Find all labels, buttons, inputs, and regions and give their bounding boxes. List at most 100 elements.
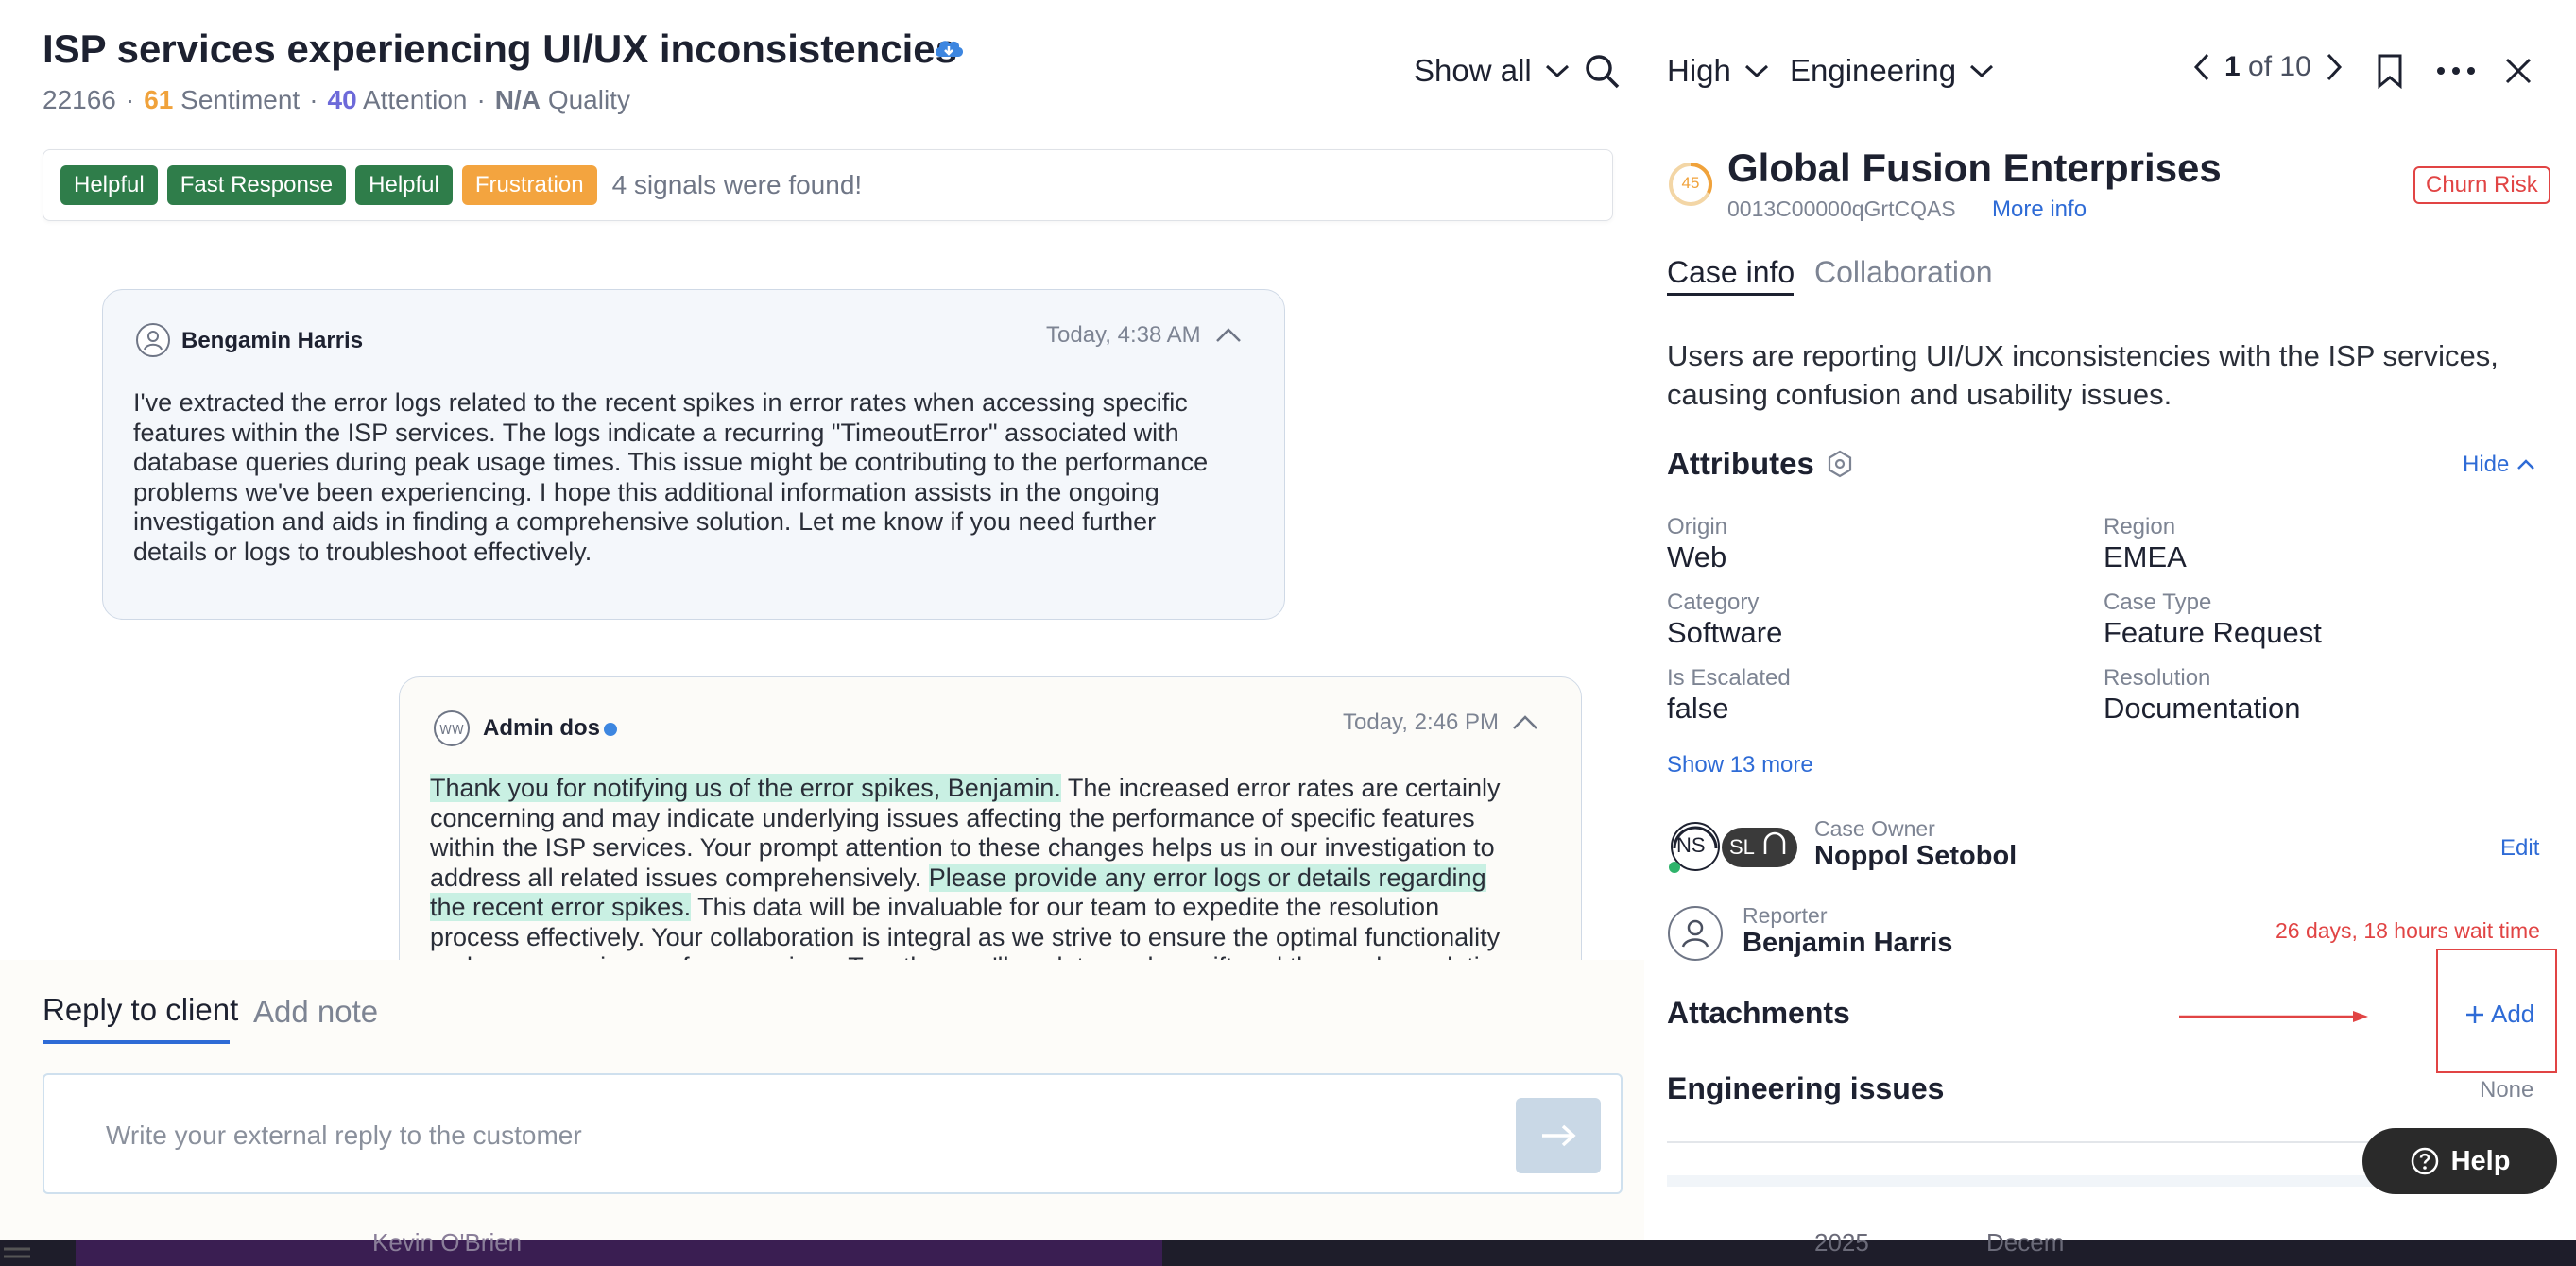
arrow-right-icon [1538, 1122, 1578, 1149]
show-more-attributes-link[interactable]: Show 13 more [1667, 752, 1813, 778]
message-card: Bengamin Harris Today, 4:38 AM I've extr… [102, 289, 1285, 620]
add-label: Add [2491, 1000, 2535, 1028]
attention-label: Attention [362, 85, 468, 114]
attr-category-label: Category [1667, 590, 1760, 615]
owner-initials: NS [1676, 833, 1706, 857]
hide-label: Hide [2463, 452, 2510, 477]
active-tab-indicator [1667, 293, 1794, 296]
churn-risk-badge: Churn Risk [2413, 166, 2550, 204]
pager-total: of 10 [2248, 51, 2311, 82]
message-body: Thank you for notifying us of the error … [430, 774, 1515, 981]
active-tab-indicator [43, 1040, 230, 1044]
sentiment-score: 61 [144, 85, 174, 114]
attr-resolution-label: Resolution [2104, 665, 2211, 691]
reporter-avatar-icon [1667, 905, 1724, 962]
case-owner-name: Noppol Setobol [1814, 841, 2018, 871]
team-dropdown[interactable]: Engineering [1790, 53, 1994, 89]
case-description: Users are reporting UI/UX inconsistencie… [1667, 339, 2499, 411]
add-attachment-button[interactable]: Add [2464, 1000, 2534, 1029]
background-window-strip-panel [76, 1240, 1162, 1266]
attr-case-type-label: Case Type [2104, 590, 2212, 615]
case-id: 22166 [43, 85, 116, 114]
annotation-arrow [2177, 1009, 2370, 1024]
plus-icon [2464, 1004, 2485, 1025]
more-info-link[interactable]: More info [1992, 197, 2087, 223]
engineering-issues-heading: Engineering issues [1667, 1071, 1945, 1105]
tab-add-note[interactable]: Add note [253, 994, 378, 1030]
background-strip-month: Decem [1986, 1228, 2065, 1257]
attr-case-type-value: Feature Request [2104, 616, 2322, 649]
owner-initials-secondary: SL [1729, 835, 1755, 859]
attention-score: 40 [327, 85, 357, 114]
attr-region-value: EMEA [2104, 540, 2187, 573]
signal-pill[interactable]: Helpful [60, 165, 158, 205]
collapse-chevron-icon[interactable] [1511, 713, 1539, 732]
chevron-down-icon [1545, 63, 1570, 78]
message-body: I've extracted the error logs related to… [133, 388, 1209, 566]
message-author: Admin dos [483, 715, 600, 741]
svg-text:WW: WW [439, 724, 464, 738]
reporter-name: Benjamin Harris [1743, 928, 1953, 958]
pager-current: 1 [2224, 51, 2241, 82]
background-strip-name: Kevin O'Brien [372, 1228, 523, 1257]
edit-owner-button[interactable]: Edit [2500, 835, 2539, 862]
case-meta: 22166 · 61 Sentiment · 40 Attention · N/A Qual… [43, 85, 630, 114]
background-strip-year: 2025 [1814, 1228, 1869, 1257]
attr-category-value: Software [1667, 616, 1783, 649]
help-button[interactable]: Help [2362, 1128, 2557, 1194]
tab-case-info[interactable]: Case info [1667, 255, 1795, 290]
chevron-down-icon [1969, 63, 1994, 78]
chevron-right-icon[interactable] [2325, 52, 2344, 82]
priority-dropdown[interactable]: High [1667, 53, 1769, 89]
attr-resolution-value: Documentation [2104, 692, 2301, 725]
collapse-chevron-icon[interactable] [1214, 326, 1243, 345]
attr-escalated-label: Is Escalated [1667, 665, 1791, 691]
health-score-ring: 45 [1667, 161, 1714, 208]
online-dot [604, 723, 617, 736]
signals-summary: 4 signals were found! [611, 170, 863, 199]
tab-reply-to-client[interactable]: Reply to client [43, 992, 238, 1028]
chevron-up-icon [2516, 458, 2535, 471]
user-avatar-icon [135, 322, 171, 358]
agent-avatar-icon: WW [432, 710, 472, 747]
attr-escalated-value: false [1667, 692, 1729, 725]
hide-attributes-button[interactable]: Hide [2463, 452, 2535, 478]
signal-pill[interactable]: Frustration [461, 165, 597, 205]
quality-label: Quality [547, 85, 630, 114]
attr-origin-label: Origin [1667, 514, 1728, 539]
quality-score: N/A [494, 85, 541, 114]
search-icon[interactable] [1584, 53, 1622, 91]
help-label: Help [2450, 1145, 2511, 1176]
attr-origin-value: Web [1667, 540, 1727, 573]
attributes-heading: Attributes [1667, 446, 1814, 481]
hexagon-settings-icon[interactable] [1826, 450, 1854, 478]
attachments-heading: Attachments [1667, 996, 1850, 1030]
engineering-issues-value: None [2480, 1077, 2534, 1103]
priority-value: High [1667, 53, 1731, 88]
message-time: Today, 2:46 PM [1343, 710, 1499, 735]
bookmark-icon[interactable] [2376, 53, 2404, 89]
send-button[interactable] [1516, 1098, 1601, 1173]
cloud-sync-icon [932, 34, 966, 62]
tab-collaboration[interactable]: Collaboration [1814, 255, 1993, 290]
sentiment-label: Sentiment [180, 85, 301, 114]
signal-pill[interactable]: Helpful [355, 165, 453, 205]
case-owner-label: Case Owner [1814, 816, 1935, 841]
message-author: Bengamin Harris [181, 328, 364, 353]
case-title: ISP services experiencing UI/UX inconsis… [43, 26, 958, 71]
health-score: 45 [1681, 174, 1700, 192]
show-all-dropdown[interactable]: Show all [1414, 53, 1570, 89]
account-id: 0013C00000qGrtCQAS [1727, 197, 1956, 221]
signal-pill[interactable]: Fast Response [166, 165, 347, 205]
more-options-icon[interactable] [2436, 66, 2476, 76]
chevron-down-icon [1744, 63, 1769, 78]
close-icon[interactable] [2504, 57, 2533, 85]
chevron-left-icon[interactable] [2192, 52, 2211, 82]
reply-placeholder: Write your external reply to the custome… [106, 1121, 582, 1150]
message-time: Today, 4:38 AM [1046, 322, 1201, 348]
help-circle-icon [2410, 1146, 2440, 1176]
owner-avatars: NS SL [1667, 820, 1809, 873]
hamburger-icon [0, 1245, 34, 1266]
case-pager: 1 of 10 [2192, 51, 2344, 83]
show-all-label: Show all [1414, 53, 1532, 88]
